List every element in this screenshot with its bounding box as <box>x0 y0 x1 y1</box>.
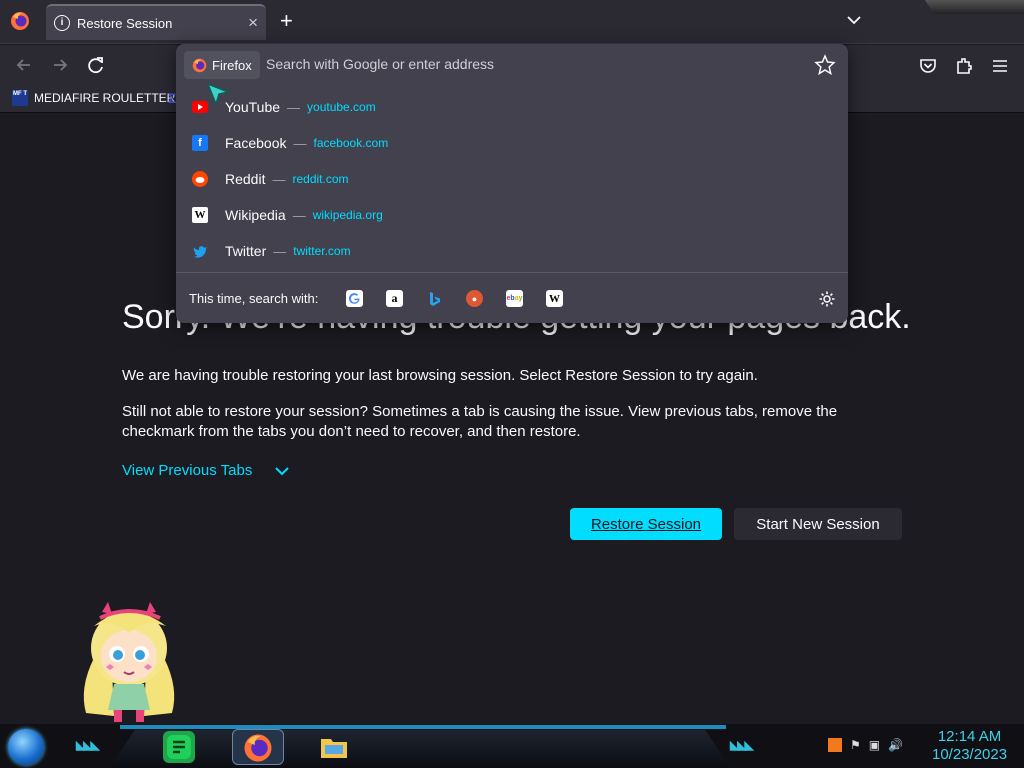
reload-icon[interactable] <box>84 54 108 76</box>
urlbar-dropdown: Firefox YouTube — youtube.com f Facebook… <box>176 44 848 323</box>
result-separator: — <box>287 99 301 115</box>
hamburger-menu-icon[interactable] <box>988 55 1012 77</box>
taskbar-decoration-chevrons: ◣◣◣ <box>730 738 754 752</box>
result-url: reddit.com <box>292 172 349 186</box>
taskbar-panel <box>110 730 730 768</box>
result-url: wikipedia.org <box>312 208 383 222</box>
result-title: Facebook <box>225 135 287 151</box>
duckduckgo-icon[interactable]: ● <box>466 290 483 307</box>
start-new-session-button[interactable]: Start New Session <box>734 508 902 540</box>
notes-app-icon[interactable] <box>163 731 195 763</box>
result-separator: — <box>272 171 286 187</box>
result-separator: — <box>293 135 307 151</box>
tab-strip: i Restore Session × + <box>0 0 1024 44</box>
tab-restore-session[interactable]: i Restore Session × <box>46 4 266 40</box>
mascot-character-image <box>83 602 175 722</box>
wikipedia-icon: W <box>192 207 208 223</box>
taskbar-decoration-chevrons: ◣◣◣ <box>76 738 100 752</box>
new-tab-button[interactable]: + <box>280 8 293 34</box>
bookmark-label: MEDIAFIRE ROULETTER <box>34 91 176 105</box>
result-separator: — <box>292 207 306 223</box>
back-arrow-icon[interactable] <box>12 54 36 76</box>
one-off-search-bar: This time, search with: a ● ebay W <box>176 272 848 323</box>
firefox-icon[interactable] <box>10 11 30 31</box>
tab-title: Restore Session <box>77 16 173 31</box>
result-twitter[interactable]: Twitter — twitter.com <box>184 234 840 268</box>
view-previous-tabs-toggle[interactable]: View Previous Tabs <box>122 462 290 479</box>
result-url: youtube.com <box>307 100 376 114</box>
reddit-icon <box>192 171 208 187</box>
system-tray: ⚑ ▣ 🔊 <box>828 738 903 752</box>
clock[interactable]: 12:14 AM 10/23/2023 <box>932 728 1007 764</box>
firefox-icon <box>192 58 207 72</box>
view-previous-tabs-label: View Previous Tabs <box>122 462 253 479</box>
mediafire-favicon-icon: MF T <box>12 90 28 106</box>
tab-close-icon[interactable]: × <box>248 13 258 33</box>
tray-app-icon[interactable] <box>828 738 842 752</box>
result-title: YouTube <box>225 99 281 115</box>
forward-arrow-icon[interactable] <box>48 54 72 76</box>
amazon-icon[interactable]: a <box>386 290 403 307</box>
flag-icon[interactable]: ⚑ <box>850 738 861 752</box>
clock-date: 10/23/2023 <box>932 746 1008 763</box>
search-mode-label: Firefox <box>212 57 252 73</box>
one-off-label: This time, search with: <box>189 291 319 306</box>
result-facebook[interactable]: f Facebook — facebook.com <box>184 126 840 160</box>
firefox-window: i Restore Session × + MF T MEDIAFIRE ROU… <box>0 0 1024 768</box>
result-title: Twitter <box>225 243 267 259</box>
info-icon: i <box>54 15 70 31</box>
clock-time: 12:14 AM <box>937 728 1002 745</box>
result-url: twitter.com <box>293 244 351 258</box>
facebook-icon: f <box>192 135 208 151</box>
result-reddit[interactable]: Reddit — reddit.com <box>184 162 840 196</box>
pocket-icon[interactable] <box>916 55 940 77</box>
network-icon[interactable]: ▣ <box>869 738 880 752</box>
firefox-taskbar-icon[interactable] <box>232 729 284 765</box>
chevron-down-icon[interactable] <box>846 12 862 28</box>
twitter-icon <box>192 243 208 259</box>
volume-icon[interactable]: 🔊 <box>888 738 903 752</box>
restore-session-button[interactable]: Restore Session <box>570 508 722 540</box>
chevron-down-icon <box>275 466 290 475</box>
result-youtube[interactable]: YouTube — youtube.com <box>184 90 840 124</box>
result-separator: — <box>273 243 287 259</box>
result-url: facebook.com <box>313 136 389 150</box>
wikipedia-icon[interactable]: W <box>546 290 563 307</box>
help-paragraph: Still not able to restore your session? … <box>122 403 838 440</box>
mouse-cursor-icon <box>206 82 231 107</box>
google-icon[interactable] <box>346 290 363 307</box>
result-title: Reddit <box>225 171 266 187</box>
bookmark-star-icon[interactable] <box>814 54 836 76</box>
taskbar: ◣◣◣ ◣◣◣ ⚑ ▣ 🔊 12:14 AM 10/23/2023 <box>0 724 1024 768</box>
gear-icon[interactable] <box>818 290 836 308</box>
url-input[interactable] <box>266 56 786 72</box>
taskbar-glow <box>120 725 726 729</box>
ebay-icon[interactable]: ebay <box>506 290 523 307</box>
search-mode-indicator[interactable]: Firefox <box>184 51 260 79</box>
result-title: Wikipedia <box>225 207 286 223</box>
bing-icon[interactable] <box>426 290 443 307</box>
extensions-icon[interactable] <box>952 55 976 77</box>
start-button[interactable] <box>8 729 44 765</box>
result-wikipedia[interactable]: W Wikipedia — wikipedia.org <box>184 198 840 232</box>
window-frame-decoration <box>925 0 1024 14</box>
address-bar[interactable]: Firefox <box>182 50 842 80</box>
bookmark-mediafire-rouletter[interactable]: MF T MEDIAFIRE ROULETTER <box>12 90 175 106</box>
description-paragraph: We are having trouble restoring your las… <box>122 367 758 384</box>
file-explorer-icon[interactable] <box>318 731 350 763</box>
